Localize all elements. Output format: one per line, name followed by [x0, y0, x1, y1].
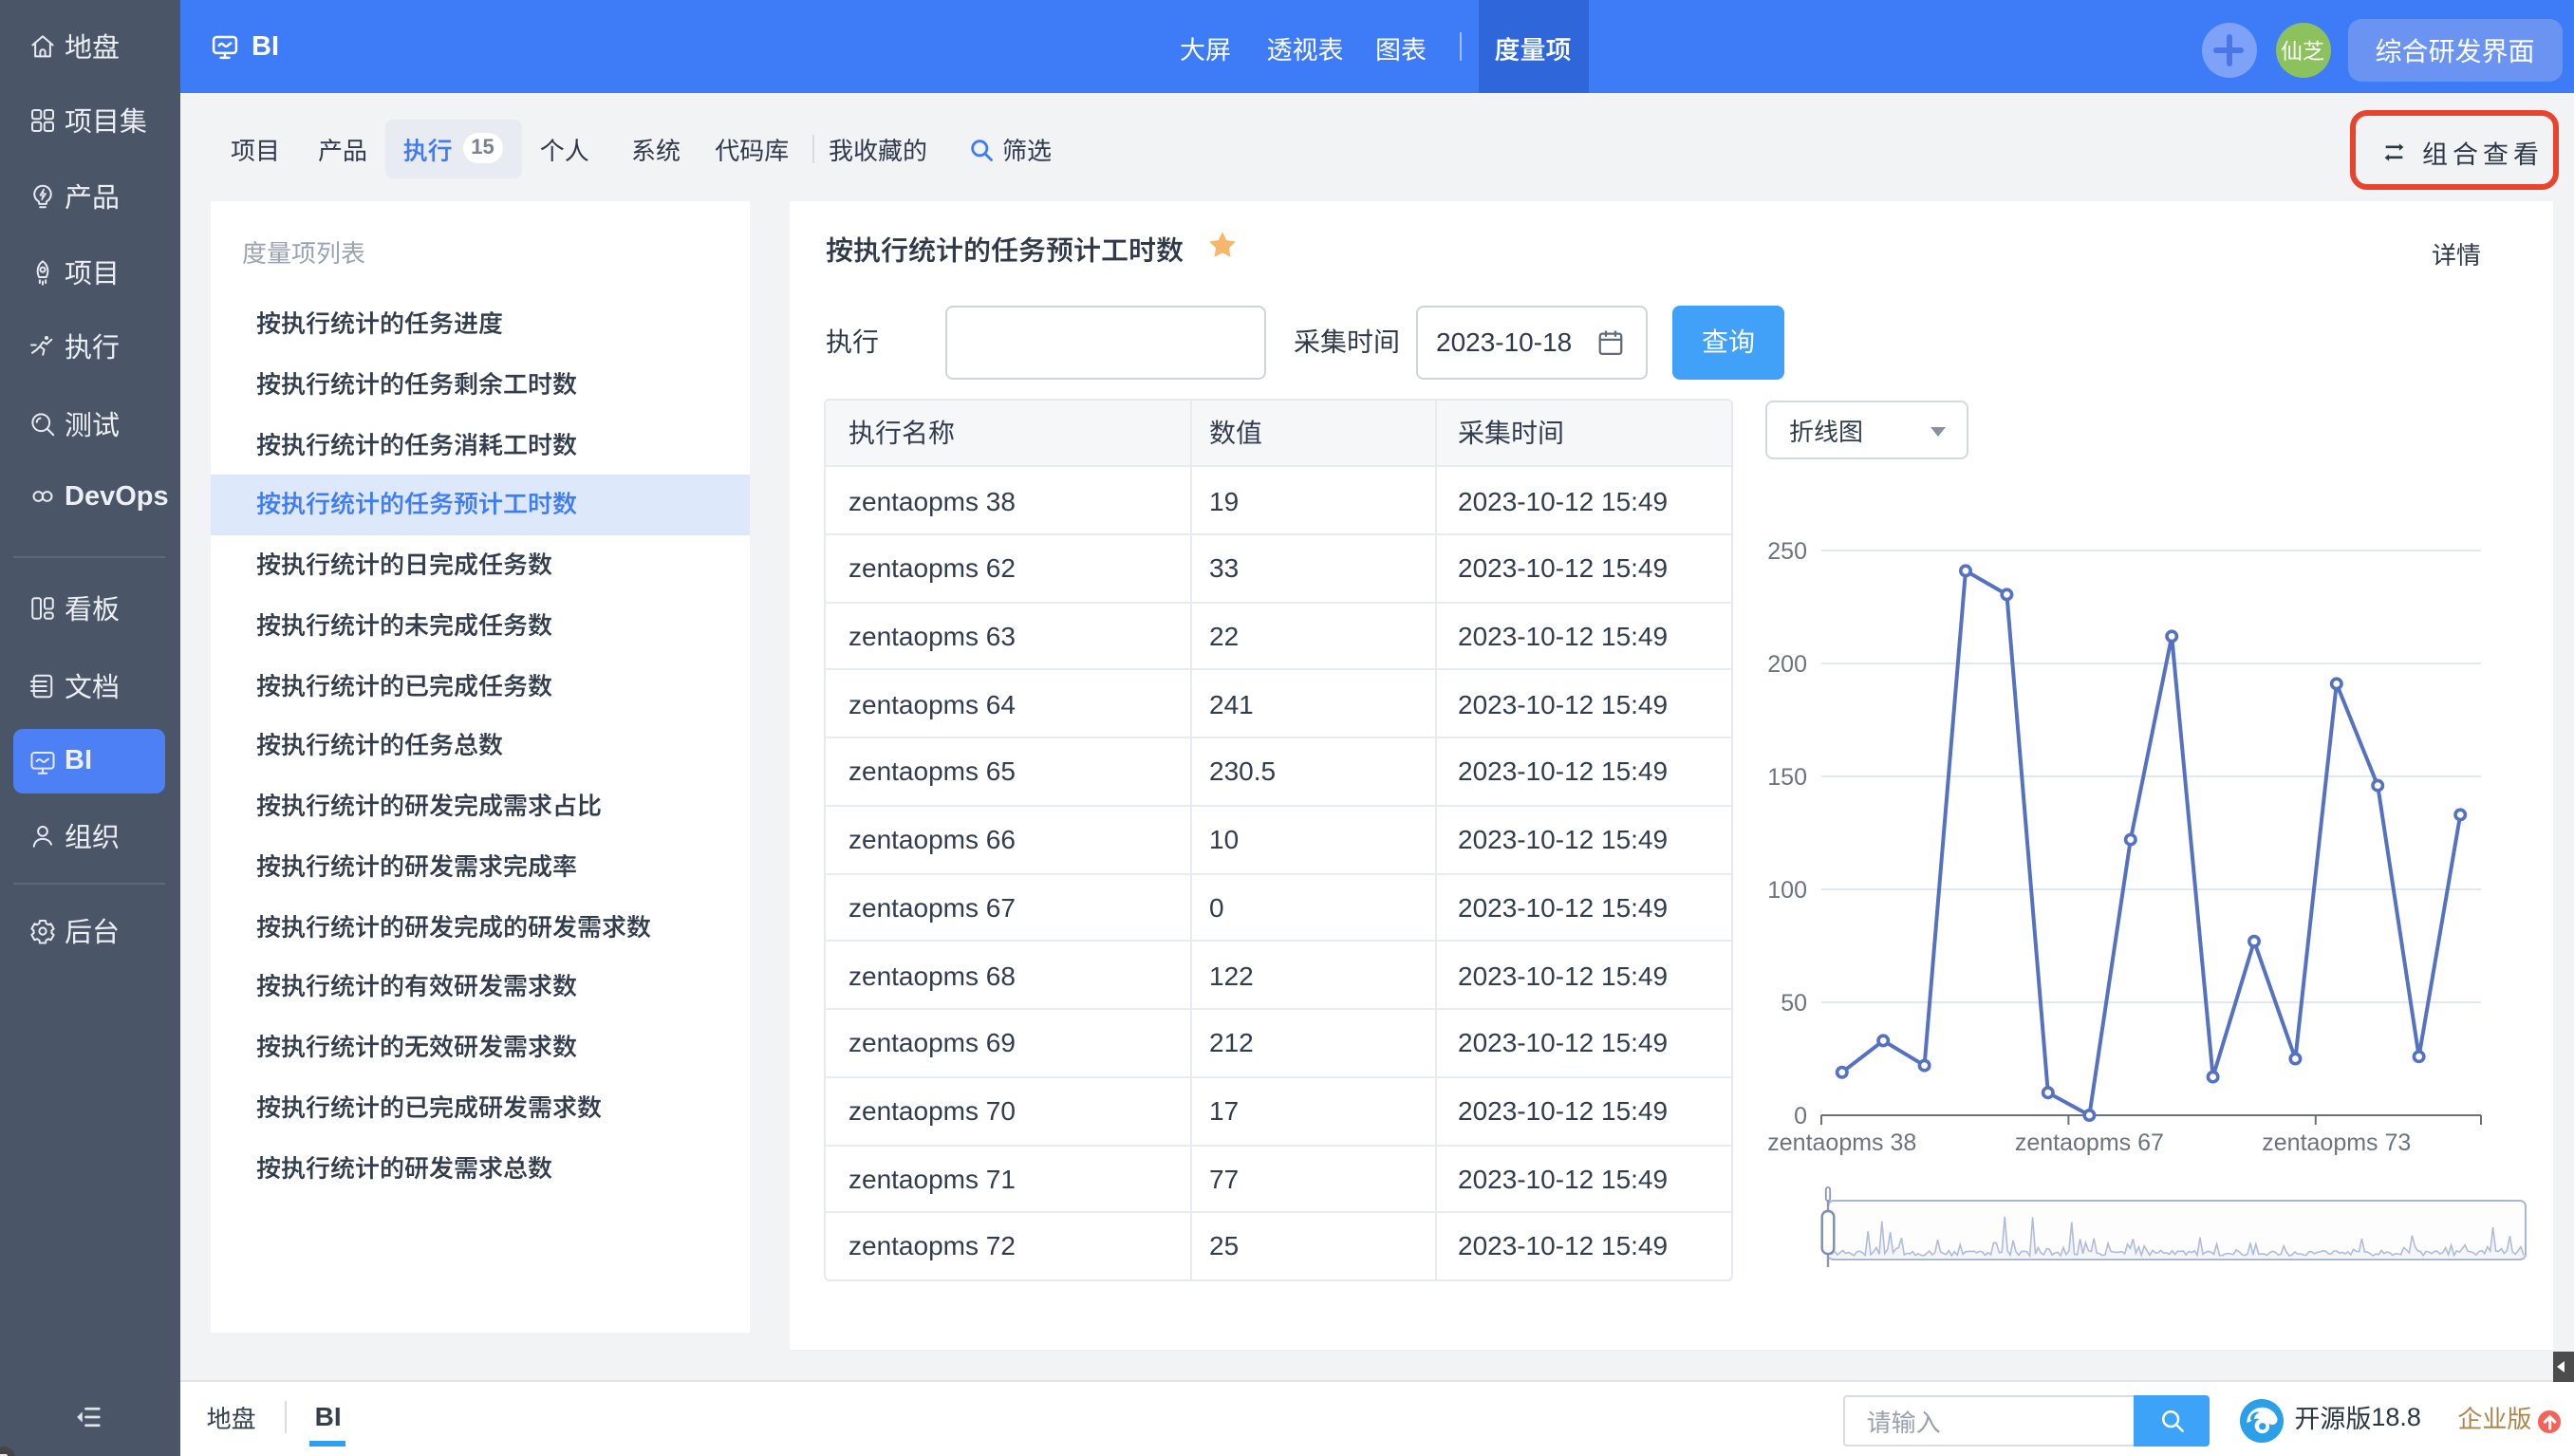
svg-text:200: 200: [1767, 651, 1807, 678]
svg-text:250: 250: [1767, 538, 1807, 565]
svg-text:100: 100: [1767, 877, 1807, 904]
svg-text:150: 150: [1767, 764, 1807, 791]
svg-text:zentaopms 67: zentaopms 67: [2015, 1129, 2164, 1156]
svg-text:zentaopms 73: zentaopms 73: [2262, 1129, 2411, 1156]
svg-text:50: 50: [1781, 990, 1807, 1017]
svg-text:0: 0: [1794, 1103, 1807, 1129]
svg-text:zentaopms 38: zentaopms 38: [1767, 1129, 1916, 1156]
